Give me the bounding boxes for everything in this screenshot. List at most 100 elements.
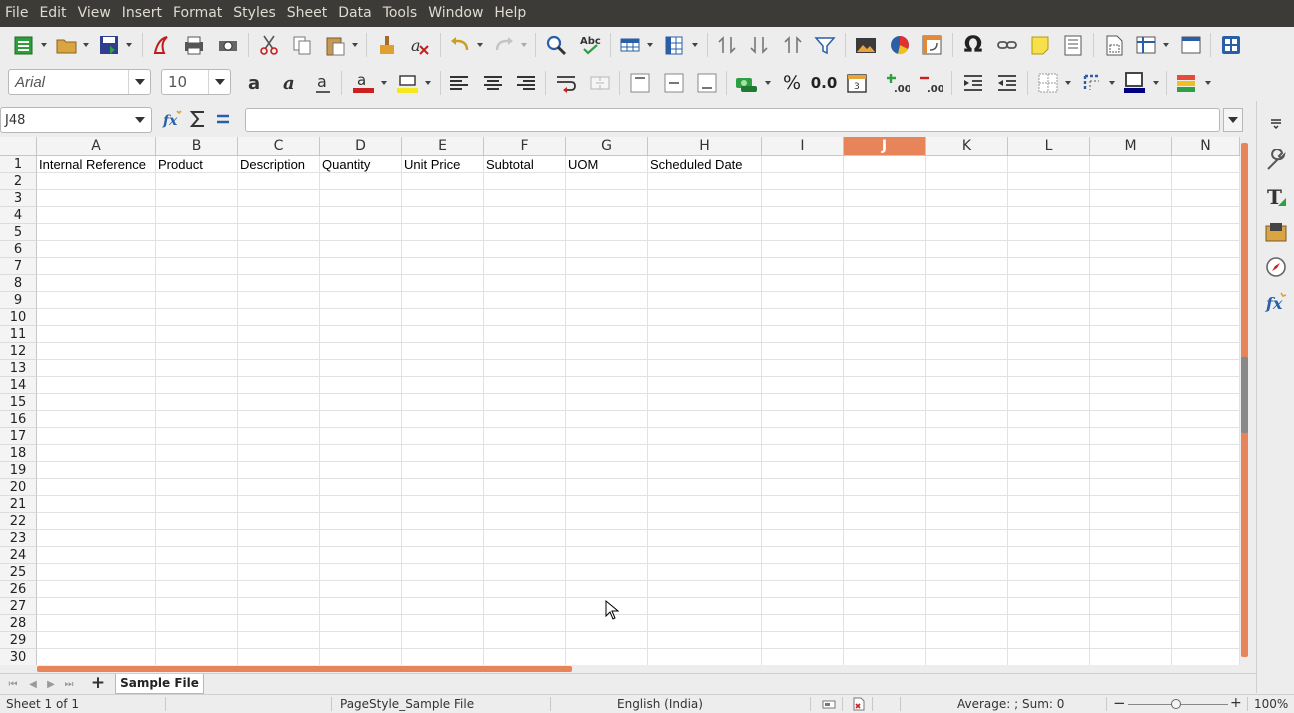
column-header-m[interactable]: M <box>1090 137 1172 156</box>
cell-h1[interactable]: Scheduled Date <box>648 156 761 173</box>
zoom-in-button[interactable]: + <box>1230 695 1242 711</box>
redo-dropdown[interactable] <box>520 33 528 57</box>
row-header-29[interactable]: 29 <box>0 632 37 649</box>
column-header-n[interactable]: N <box>1172 137 1240 156</box>
column-header-e[interactable]: E <box>402 137 484 156</box>
row-header-2[interactable]: 2 <box>0 173 37 190</box>
open-folder-icon[interactable] <box>55 33 79 57</box>
font-size-box[interactable]: 10 <box>161 69 231 95</box>
row-header-11[interactable]: 11 <box>0 326 37 343</box>
spreadsheet-grid[interactable]: A B C D E F G H I J K L M N 1 2 3 4 5 6 7 8 9 10 11 12 13 14 15 16 17 1… <box>0 137 1240 665</box>
insert-image-icon[interactable] <box>854 33 878 57</box>
column-header-h[interactable]: H <box>648 137 762 156</box>
print-preview-icon[interactable] <box>216 33 240 57</box>
border-style-icon[interactable] <box>1080 71 1104 95</box>
highlight-color-icon[interactable] <box>395 71 419 95</box>
undo-dropdown[interactable] <box>476 33 484 57</box>
italic-icon[interactable]: a <box>278 71 302 95</box>
font-color-dropdown[interactable] <box>380 71 388 95</box>
pivot-table-icon[interactable] <box>920 33 944 57</box>
clone-formatting-icon[interactable] <box>375 33 399 57</box>
align-left-icon[interactable] <box>447 71 471 95</box>
border-style-dropdown[interactable] <box>1108 71 1116 95</box>
menu-help[interactable]: Help <box>489 0 532 27</box>
properties-icon[interactable] <box>1263 148 1289 174</box>
conditional-dropdown[interactable] <box>1204 71 1212 95</box>
currency-dropdown[interactable] <box>764 71 772 95</box>
spelling-icon[interactable]: Abc <box>578 33 602 57</box>
column-header-i[interactable]: I <box>762 137 844 156</box>
column-header-g[interactable]: G <box>566 137 648 156</box>
menu-insert[interactable]: Insert <box>117 0 168 27</box>
cell-c1[interactable]: Description <box>238 156 319 173</box>
freeze-dropdown[interactable] <box>1162 33 1170 57</box>
save-icon[interactable] <box>97 33 121 57</box>
row-header-27[interactable]: 27 <box>0 598 37 615</box>
cell-g1[interactable]: UOM <box>566 156 647 173</box>
align-right-icon[interactable] <box>514 71 538 95</box>
function-wizard-icon[interactable]: fx <box>161 107 185 131</box>
undo-icon[interactable] <box>448 33 472 57</box>
find-replace-icon[interactable] <box>544 33 568 57</box>
split-window-icon[interactable] <box>1179 33 1203 57</box>
selection-mode-icon[interactable] <box>822 698 836 713</box>
autofilter-icon[interactable] <box>813 33 837 57</box>
increase-indent-icon[interactable] <box>961 71 985 95</box>
row-header-19[interactable]: 19 <box>0 462 37 479</box>
freeze-rows-columns-icon[interactable] <box>1134 33 1158 57</box>
date-format-icon[interactable]: 3 <box>845 71 869 95</box>
row-header-5[interactable]: 5 <box>0 224 37 241</box>
row-header-9[interactable]: 9 <box>0 292 37 309</box>
row-header-6[interactable]: 6 <box>0 241 37 258</box>
export-pdf-icon[interactable] <box>149 33 173 57</box>
print-icon[interactable] <box>182 33 206 57</box>
copy-icon[interactable] <box>290 33 314 57</box>
wrap-text-icon[interactable] <box>554 71 578 95</box>
column-header-l[interactable]: L <box>1008 137 1090 156</box>
number-format-icon[interactable]: 0.0 <box>811 71 838 95</box>
clear-formatting-icon[interactable]: a <box>408 33 432 57</box>
formula-input[interactable] <box>245 108 1220 132</box>
define-print-area-icon[interactable] <box>1102 33 1126 57</box>
functions-icon[interactable]: fx <box>1263 289 1289 315</box>
menu-styles[interactable]: Styles <box>228 0 281 27</box>
open-dropdown[interactable] <box>82 33 90 57</box>
align-center-icon[interactable] <box>481 71 505 95</box>
insert-chart-icon[interactable] <box>888 33 912 57</box>
chevron-down-icon[interactable] <box>208 70 230 94</box>
row-header-28[interactable]: 28 <box>0 615 37 632</box>
cut-icon[interactable] <box>257 33 281 57</box>
decrease-indent-icon[interactable] <box>995 71 1019 95</box>
border-color-icon[interactable] <box>1122 71 1146 95</box>
horizontal-scrollbar[interactable] <box>0 665 1242 673</box>
cell-b1[interactable]: Product <box>156 156 237 173</box>
name-box[interactable]: J48 <box>0 107 152 133</box>
row-header-17[interactable]: 17 <box>0 428 37 445</box>
row-header-30[interactable]: 30 <box>0 649 37 665</box>
row-header-25[interactable]: 25 <box>0 564 37 581</box>
underline-icon[interactable]: a <box>311 71 335 95</box>
special-character-icon[interactable]: Ω <box>961 33 985 58</box>
save-dropdown[interactable] <box>125 33 133 57</box>
row-header-12[interactable]: 12 <box>0 343 37 360</box>
vertical-scrollbar[interactable] <box>1240 137 1256 665</box>
column-header-a[interactable]: A <box>37 137 156 156</box>
row-header-7[interactable]: 7 <box>0 258 37 275</box>
cell-e1[interactable]: Unit Price <box>402 156 483 173</box>
first-sheet-icon[interactable]: ⏮ <box>6 677 20 691</box>
previous-sheet-icon[interactable]: ◀ <box>26 677 40 691</box>
redo-icon[interactable] <box>492 33 516 57</box>
navigator-icon[interactable] <box>1263 254 1289 280</box>
menu-window[interactable]: Window <box>423 0 489 27</box>
font-name-box[interactable]: Arial <box>8 69 151 95</box>
merge-cells-icon[interactable] <box>588 71 612 95</box>
sum-icon[interactable] <box>186 107 210 131</box>
document-modified-icon[interactable] <box>852 697 866 713</box>
paste-dropdown[interactable] <box>351 33 359 57</box>
cell-f1[interactable]: Subtotal <box>484 156 565 173</box>
menu-file[interactable]: File <box>0 0 34 27</box>
conditional-format-icon[interactable] <box>1174 71 1198 95</box>
row-header-14[interactable]: 14 <box>0 377 37 394</box>
column-header-d[interactable]: D <box>320 137 402 156</box>
cell-a1[interactable]: Internal Reference <box>37 156 155 173</box>
